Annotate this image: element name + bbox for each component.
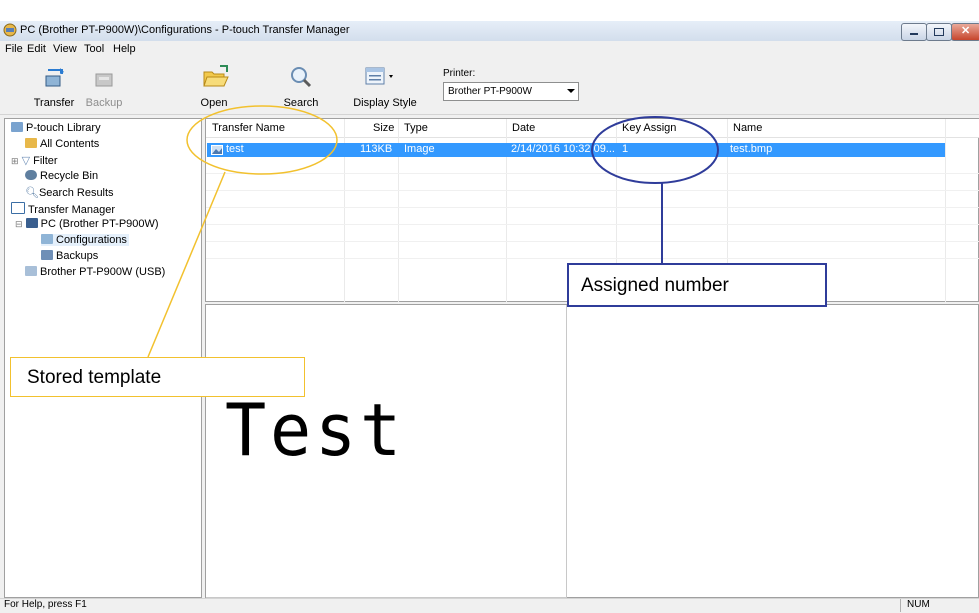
- annotation-overlay: [147, 105, 719, 358]
- key-assign-ellipse: [591, 116, 719, 184]
- assigned-number-callout: Assigned number: [567, 263, 827, 307]
- stored-template-ellipse: [186, 105, 338, 175]
- stored-template-pointer: [147, 171, 226, 358]
- stored-template-callout: Stored template: [10, 357, 305, 397]
